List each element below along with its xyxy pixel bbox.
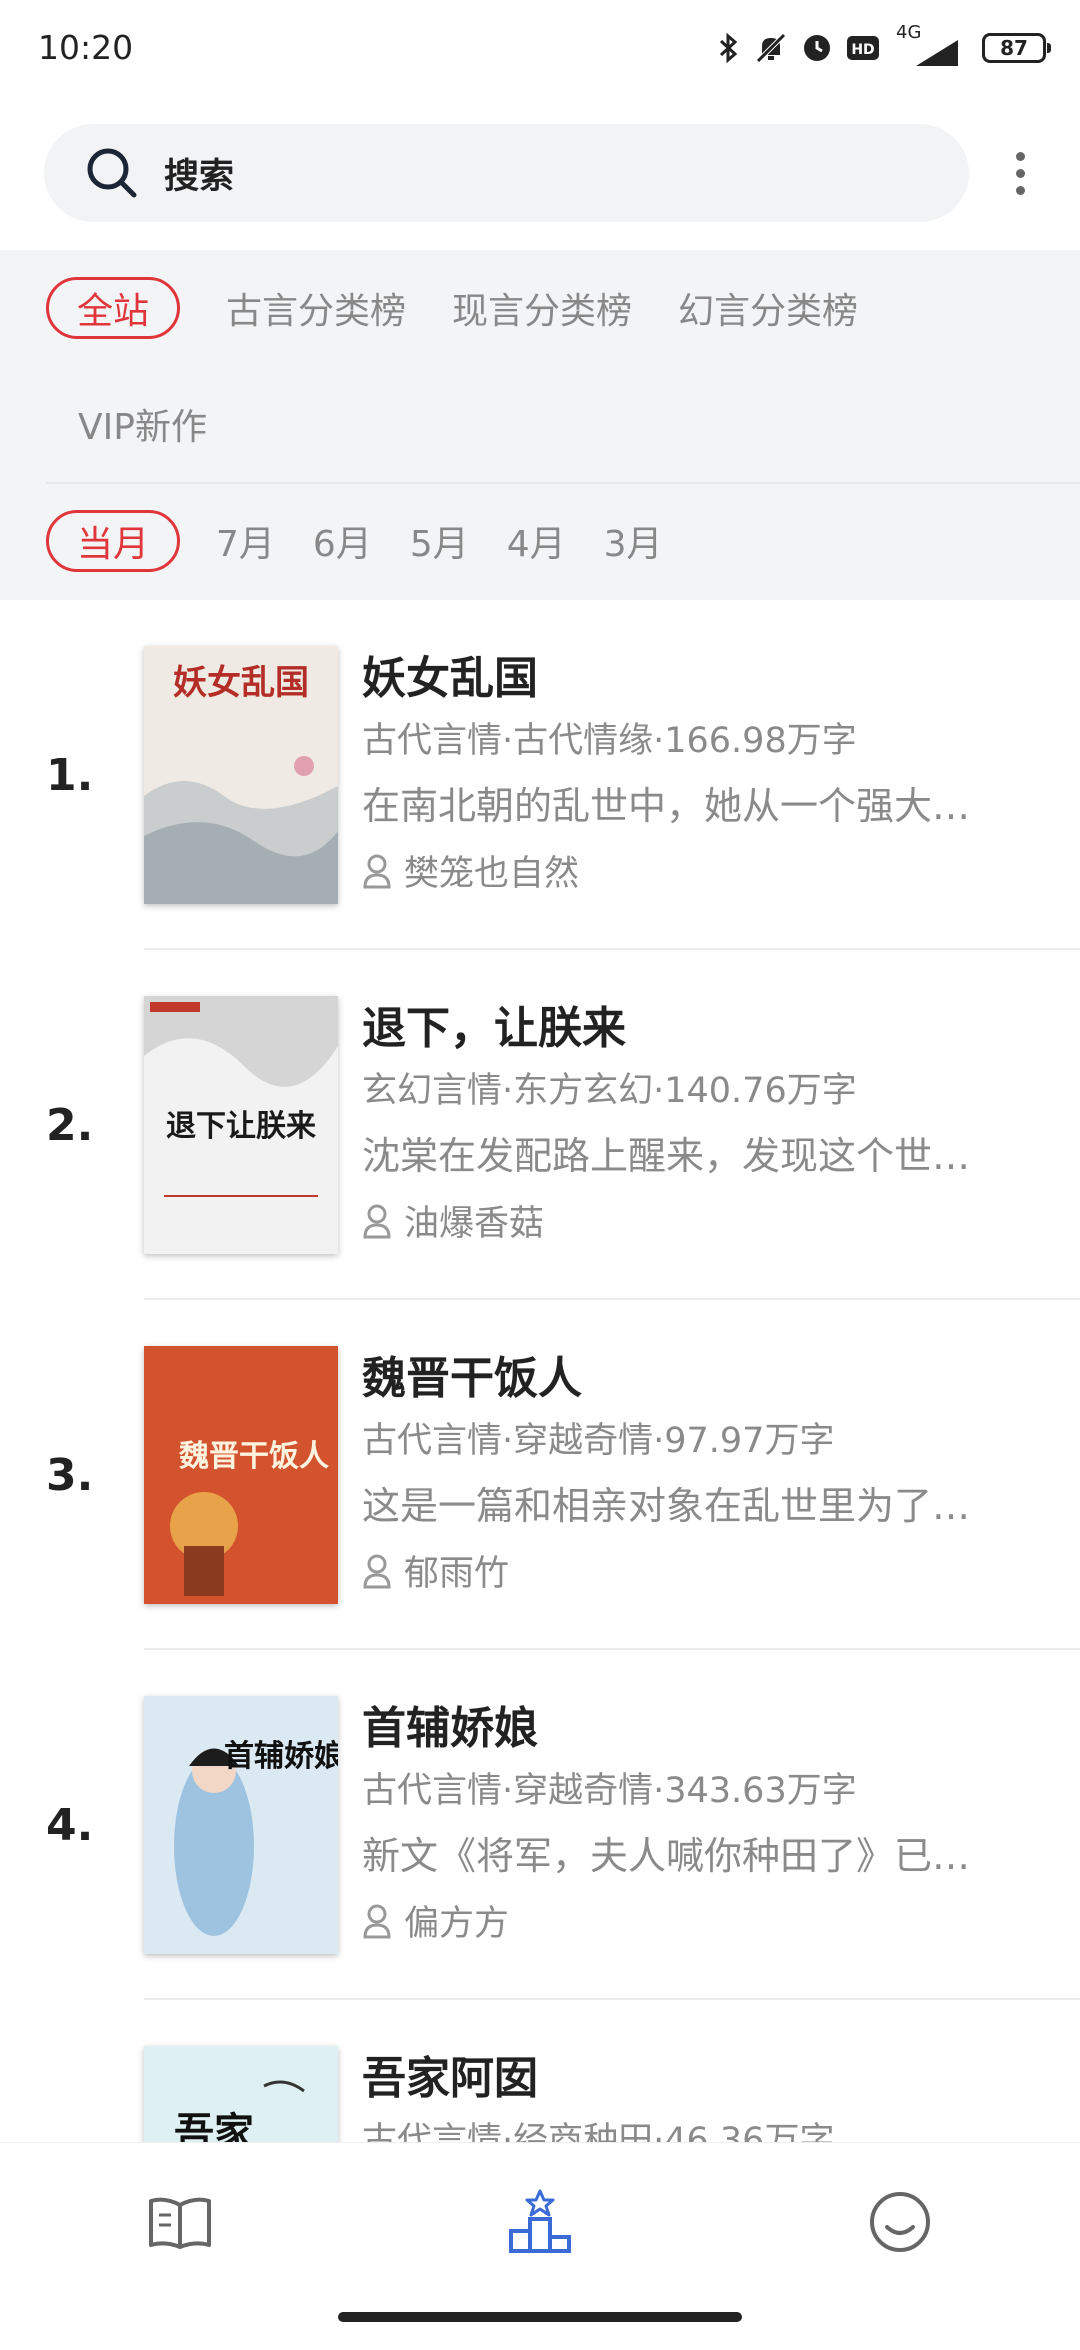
book-author: 郁雨竹 — [362, 1545, 509, 1596]
cover-title: 退下让朕来 — [166, 1109, 316, 1144]
search-input[interactable]: 搜索 — [44, 124, 969, 222]
book-item[interactable]: 4. 首辅娇娘 首辅娇娘 古代言情·穿越奇情·343.63万字 新文《将军，夫人… — [0, 1650, 1080, 2000]
user-icon — [363, 854, 391, 888]
book-title: 妖女乱国 — [362, 653, 538, 704]
month-tabs: 当月 7月 6月 5月 4月 3月 — [46, 510, 665, 572]
category-tab-ancient[interactable]: 古言分类榜 — [226, 277, 406, 339]
book-title: 吾家阿囡 — [362, 2053, 538, 2104]
month-tab-4[interactable]: 4月 — [505, 510, 568, 572]
status-icons: HD 4G 87 — [718, 22, 1051, 70]
rank-number: 3. — [46, 1450, 94, 1501]
search-placeholder: 搜索 — [164, 156, 235, 197]
category-tab-fantasy[interactable]: 幻言分类榜 — [678, 277, 858, 339]
book-cover: 妖女乱国 — [144, 646, 338, 904]
profile-icon[interactable] — [865, 2187, 935, 2257]
dot-icon — [1015, 185, 1025, 195]
search-icon — [87, 148, 137, 198]
svg-text:HD: HD — [851, 42, 874, 58]
book-item[interactable]: 1. 妖女乱国 妖女乱国 古代言情·古代情缘·166.98万字 在南北朝的乱世中… — [0, 600, 1080, 950]
author-name: 郁雨竹 — [404, 1554, 510, 1594]
book-description: 沈棠在发配路上醒来，发现这个世… — [362, 1134, 971, 1178]
network-label: 4G — [894, 22, 968, 68]
month-tab-3[interactable]: 3月 — [602, 510, 665, 572]
user-icon — [363, 1204, 391, 1238]
book-description: 这是一篇和相亲对象在乱世里为了… — [362, 1484, 971, 1528]
rank-number: 1. — [46, 750, 94, 801]
alarm-icon — [804, 35, 830, 61]
divider — [46, 482, 1080, 484]
book-description: 在南北朝的乱世中，她从一个强大… — [362, 784, 971, 828]
user-icon — [363, 1904, 391, 1938]
month-tab-6[interactable]: 6月 — [311, 510, 374, 572]
book-meta: 古代言情·穿越奇情·343.63万字 — [362, 1771, 857, 1811]
book-meta: 古代言情·古代情缘·166.98万字 — [362, 721, 857, 761]
book-item[interactable]: 3. 魏晋干饭人 魏晋干饭人 古代言情·穿越奇情·97.97万字 这是一篇和相亲… — [0, 1300, 1080, 1650]
bluetooth-icon — [719, 32, 738, 64]
dot-icon — [1015, 168, 1025, 178]
book-description: 新文《将军，夫人喊你种田了》已… — [362, 1834, 971, 1878]
user-icon — [363, 1554, 391, 1588]
cover-title: 首辅娇娘 — [224, 1739, 338, 1774]
search-header: 搜索 — [0, 96, 1080, 250]
author-name: 油爆香菇 — [404, 1204, 545, 1244]
filter-panel: 全站 古言分类榜 现言分类榜 幻言分类榜 VIP新作 当月 7月 6月 5月 4… — [0, 250, 1080, 600]
book-meta: 玄幻言情·东方玄幻·140.76万字 — [362, 1071, 857, 1111]
book-cover: 魏晋干饭人 — [144, 1346, 338, 1604]
cover-title: 妖女乱国 — [173, 663, 309, 703]
book-cover: 首辅娇娘 — [144, 1696, 338, 1954]
dot-icon — [1015, 151, 1025, 161]
book-author: 樊笼也自然 — [362, 845, 579, 896]
author-name: 樊笼也自然 — [404, 854, 580, 894]
category-tab-all[interactable]: 全站 — [46, 277, 181, 339]
category-tab-vip[interactable]: VIP新作 — [46, 393, 207, 455]
hd-icon: HD — [847, 36, 879, 60]
book-title: 首辅娇娘 — [362, 1703, 538, 1754]
rank-number: 2. — [46, 1100, 94, 1151]
mute-icon — [756, 33, 786, 63]
book-title: 魏晋干饭人 — [362, 1353, 582, 1404]
home-indicator[interactable] — [338, 2312, 742, 2322]
category-tabs: 全站 古言分类榜 现言分类榜 幻言分类榜 VIP新作 — [46, 277, 1056, 455]
signal-icon — [916, 40, 958, 66]
book-author: 油爆香菇 — [362, 1195, 544, 1246]
rank-number: 4. — [46, 1800, 94, 1851]
book-cover: 退下让朕来 — [144, 996, 338, 1254]
cover-title: 魏晋干饭人 — [179, 1439, 329, 1474]
ranking-icon[interactable] — [505, 2187, 575, 2257]
book-title: 退下，让朕来 — [362, 1003, 626, 1054]
month-tab-current[interactable]: 当月 — [46, 510, 181, 572]
author-name: 偏方方 — [404, 1904, 510, 1944]
book-meta: 古代言情·穿越奇情·97.97万字 — [362, 1421, 835, 1461]
bookshelf-icon[interactable] — [145, 2187, 215, 2257]
book-author: 偏方方 — [362, 1895, 509, 1946]
battery-icon: 87 — [982, 33, 1051, 63]
more-options-button[interactable] — [1000, 136, 1040, 210]
category-tab-modern[interactable]: 现言分类榜 — [452, 277, 632, 339]
book-item[interactable]: 2. 退下让朕来 退下，让朕来 玄幻言情·东方玄幻·140.76万字 沈棠在发配… — [0, 950, 1080, 1300]
month-tab-5[interactable]: 5月 — [408, 510, 471, 572]
status-time: 10:20 — [38, 28, 134, 67]
month-tab-7[interactable]: 7月 — [214, 510, 277, 572]
status-bar: 10:20 HD 4G 87 — [0, 0, 1080, 96]
